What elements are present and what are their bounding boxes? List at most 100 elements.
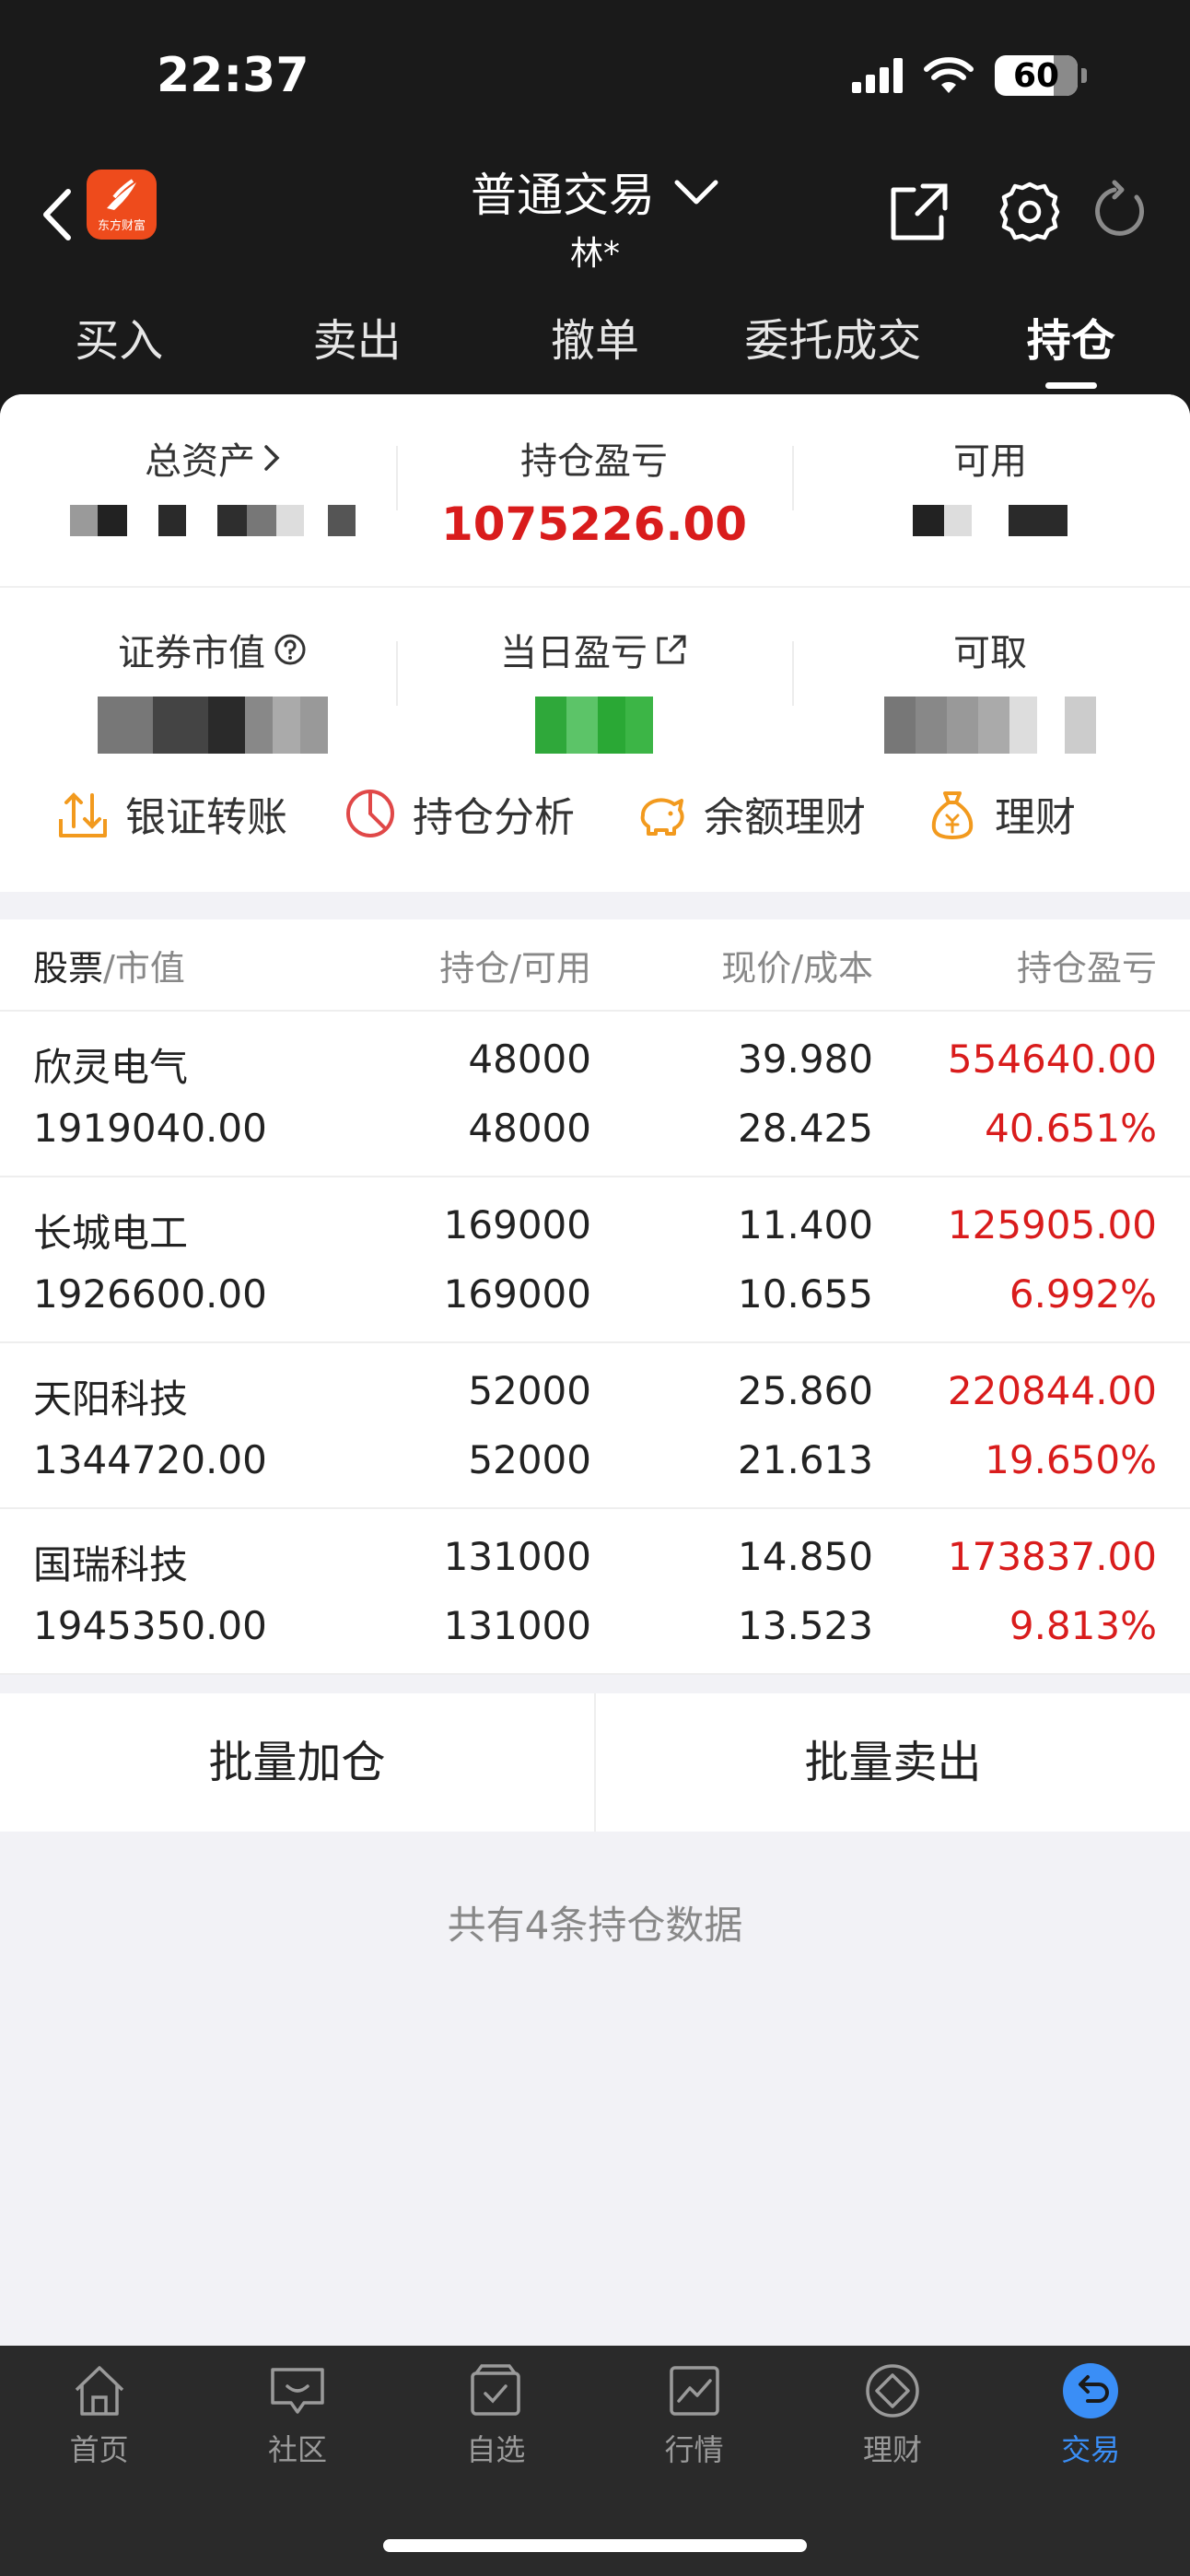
pnl-amount: 220844.00 xyxy=(947,1368,1157,1413)
market-value: 1926600.00 xyxy=(33,1271,267,1317)
account-summary: 总资产 持仓盈亏 1075226.00 可用 证券市值 当日盈亏 可取 银证转账… xyxy=(0,394,1190,892)
market-value: 1344720.00 xyxy=(33,1437,267,1482)
header-stock: 股票/市值 xyxy=(33,947,185,989)
tab-sell[interactable]: 卖出 xyxy=(238,286,475,394)
page-title[interactable]: 普通交易 xyxy=(471,158,655,225)
table-row[interactable]: 欣灵电气 48000 39.980 554640.00 1919040.00 4… xyxy=(0,1012,1190,1177)
withdrawable-label: 可取 xyxy=(953,632,1027,674)
gear-icon[interactable] xyxy=(997,179,1063,245)
cost-price: 13.523 xyxy=(738,1603,873,1648)
table-row[interactable]: 国瑞科技 131000 14.850 173837.00 1945350.00 … xyxy=(0,1509,1190,1675)
masked-withdrawable xyxy=(792,697,1188,754)
pie-chart-icon xyxy=(346,790,394,837)
balance-wealth-button[interactable]: 余额理财 xyxy=(634,763,866,864)
masked-daily-pnl xyxy=(396,697,792,754)
available-qty: 131000 xyxy=(443,1603,591,1648)
transfer-icon xyxy=(59,792,107,837)
app-header: 东方财富 普通交易 林* xyxy=(0,157,1190,286)
nav-trade[interactable]: 交易 xyxy=(992,2346,1190,2484)
position-qty: 169000 xyxy=(443,1202,591,1247)
bank-transfer-button[interactable]: 银证转账 xyxy=(55,763,287,864)
nav-home[interactable]: 首页 xyxy=(0,2346,198,2484)
help-icon[interactable] xyxy=(273,632,308,667)
home-indicator[interactable] xyxy=(383,2539,807,2552)
balance-wealth-label: 余额理财 xyxy=(704,794,866,841)
position-pnl-label: 持仓盈亏 xyxy=(520,440,668,483)
pnl-amount: 173837.00 xyxy=(947,1534,1157,1579)
external-link-icon[interactable] xyxy=(655,633,688,666)
header-position: 持仓/可用 xyxy=(439,947,591,989)
current-price: 39.980 xyxy=(738,1036,873,1082)
position-analysis-button[interactable]: 持仓分析 xyxy=(343,763,575,864)
nav-watchlist-label: 自选 xyxy=(466,2432,526,2467)
masked-available xyxy=(792,505,1188,536)
market-value-label: 证券市值 xyxy=(118,632,265,674)
share-icon[interactable] xyxy=(886,179,952,245)
tab-orders-trades[interactable]: 委托成交 xyxy=(714,286,951,394)
stock-name: 欣灵电气 xyxy=(33,1045,189,1090)
cellular-signal-icon xyxy=(852,58,903,93)
nav-wealth-label: 理财 xyxy=(862,2432,922,2467)
masked-total-assets xyxy=(15,505,411,536)
pnl-percent: 9.813% xyxy=(1009,1603,1157,1648)
tab-buy[interactable]: 买入 xyxy=(0,286,238,394)
table-header: 股票/市值 持仓/可用 现价/成本 持仓盈亏 xyxy=(0,919,1190,1012)
current-price: 25.860 xyxy=(738,1368,873,1413)
stock-name: 长城电工 xyxy=(33,1211,189,1256)
nav-market[interactable]: 行情 xyxy=(595,2346,793,2484)
header-pnl: 持仓盈亏 xyxy=(1016,947,1157,989)
positions-content: 总资产 持仓盈亏 1075226.00 可用 证券市值 当日盈亏 可取 银证转账… xyxy=(0,394,1190,2346)
available-funds: 可用 xyxy=(792,431,1188,536)
nav-trade-label: 交易 xyxy=(1061,2432,1121,2467)
pnl-percent: 6.992% xyxy=(1009,1271,1157,1317)
pnl-percent: 19.650% xyxy=(985,1437,1157,1482)
chevron-down-icon[interactable] xyxy=(673,177,719,206)
masked-market-value xyxy=(15,697,411,754)
trade-tabs: 买入 卖出 撤单 委托成交 持仓 xyxy=(0,286,1190,394)
securities-market-value: 证券市值 xyxy=(15,623,411,754)
chevron-right-icon[interactable] xyxy=(262,443,281,473)
current-price: 11.400 xyxy=(738,1202,873,1247)
refresh-icon[interactable] xyxy=(1087,179,1153,245)
nav-wealth[interactable]: 理财 xyxy=(793,2346,991,2484)
quick-actions: 银证转账 持仓分析 余额理财 理财 xyxy=(0,763,1190,864)
daily-pnl[interactable]: 当日盈亏 xyxy=(396,623,792,754)
position-analysis-label: 持仓分析 xyxy=(413,794,575,841)
total-assets-label: 总资产 xyxy=(145,440,255,483)
holdings-count-text: 共有4条持仓数据 xyxy=(447,1903,743,1948)
stock-name: 天阳科技 xyxy=(33,1376,189,1422)
position-pnl-value: 1075226.00 xyxy=(440,498,748,551)
nav-community[interactable]: 社区 xyxy=(198,2346,396,2484)
header-price: 现价/成本 xyxy=(721,947,873,989)
trade-icon xyxy=(1063,2363,1119,2418)
wealth-button[interactable]: 理财 xyxy=(925,763,1076,864)
cost-price: 28.425 xyxy=(738,1106,873,1151)
bank-transfer-label: 银证转账 xyxy=(125,794,287,841)
batch-add-button[interactable]: 批量加仓 xyxy=(0,1693,594,1832)
market-value: 1945350.00 xyxy=(33,1603,267,1648)
pnl-amount: 125905.00 xyxy=(947,1202,1157,1247)
position-pnl: 持仓盈亏 1075226.00 xyxy=(396,431,792,551)
available-qty: 48000 xyxy=(468,1106,591,1151)
batch-sell-button[interactable]: 批量卖出 xyxy=(596,1693,1190,1832)
position-qty: 131000 xyxy=(443,1534,591,1579)
available-qty: 169000 xyxy=(443,1271,591,1317)
tab-positions[interactable]: 持仓 xyxy=(952,286,1190,394)
nav-watchlist[interactable]: 自选 xyxy=(397,2346,595,2484)
table-row[interactable]: 天阳科技 52000 25.860 220844.00 1344720.00 5… xyxy=(0,1343,1190,1509)
market-icon xyxy=(669,2366,719,2416)
pnl-percent: 40.651% xyxy=(985,1106,1157,1151)
battery-level: 60 xyxy=(1012,56,1060,95)
total-assets[interactable]: 总资产 xyxy=(15,431,411,536)
pnl-amount: 554640.00 xyxy=(947,1036,1157,1082)
community-icon xyxy=(271,2368,324,2414)
table-row[interactable]: 长城电工 169000 11.400 125905.00 1926600.00 … xyxy=(0,1177,1190,1343)
status-time: 22:37 xyxy=(157,48,309,103)
battery-icon: 60 xyxy=(995,55,1078,96)
wealth-icon xyxy=(866,2364,919,2418)
tab-cancel-order[interactable]: 撤单 xyxy=(476,286,714,394)
cost-price: 21.613 xyxy=(738,1437,873,1482)
status-icons: 60 xyxy=(852,55,1087,96)
stock-name: 国瑞科技 xyxy=(33,1542,189,1587)
nav-home-label: 首页 xyxy=(69,2432,129,2467)
